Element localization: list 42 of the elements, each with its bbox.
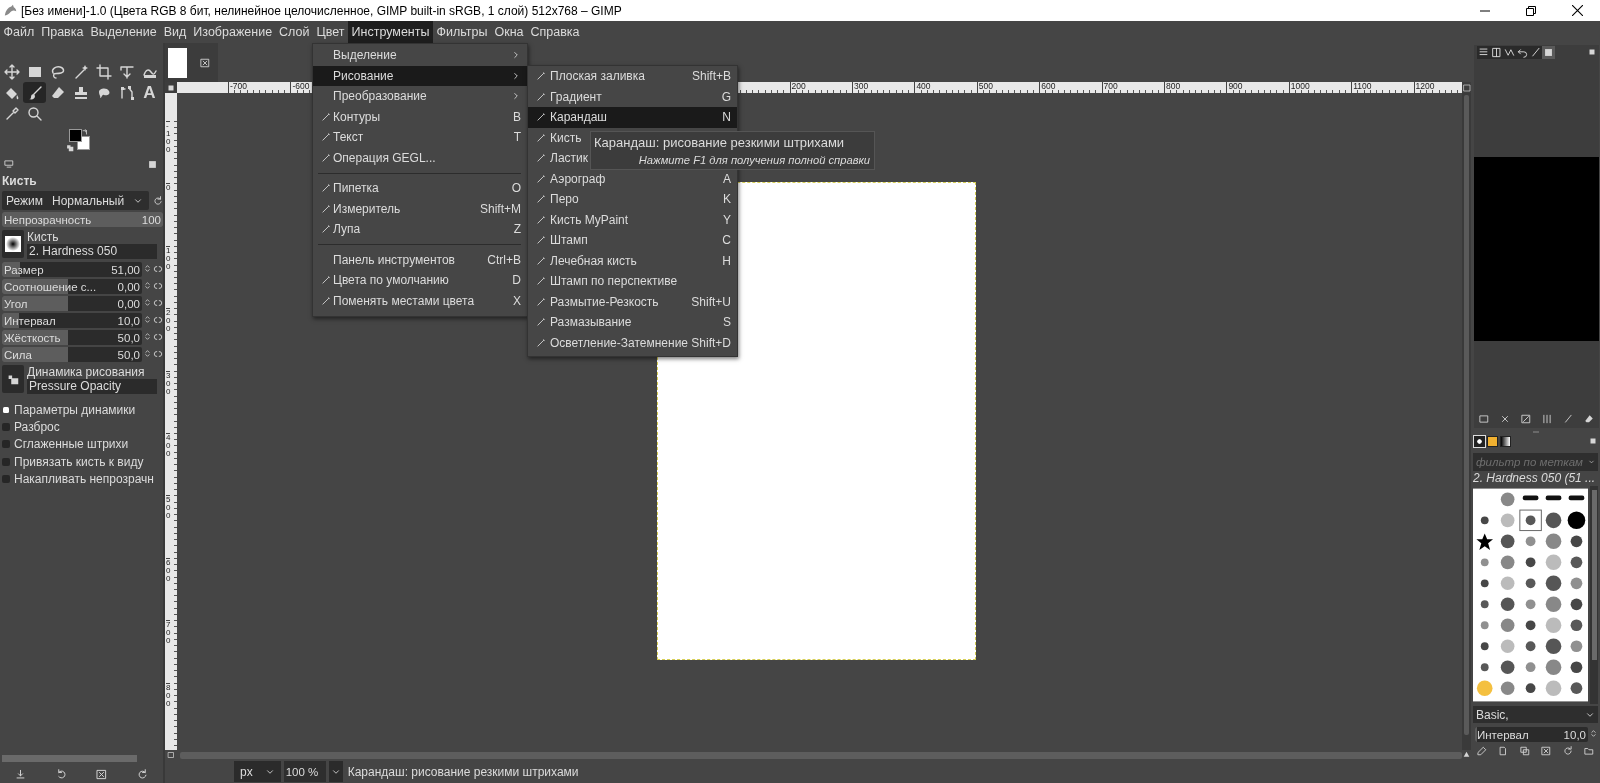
slider-label: Интервал: [4, 314, 56, 327]
ruler-label: 700: [166, 620, 171, 646]
slider-label: Соотношение с...: [4, 280, 97, 293]
ruler-label: 800: [166, 682, 171, 708]
option-label: Привязать кисть к виду: [14, 454, 144, 469]
slider-label: Сила: [4, 348, 32, 361]
brush-label: Кисть: [27, 230, 60, 244]
slider-label: Размер: [4, 263, 44, 276]
tooltip-title: Карандаш: рисование резкими штрихами: [594, 135, 846, 150]
slider-value: 10,0: [1563, 728, 1586, 741]
option-label: Разброс: [14, 420, 60, 435]
slider-label: Интервал: [1477, 728, 1529, 741]
slider-value: 0,00: [117, 280, 140, 293]
option-label: Сглаженные штрихи: [14, 437, 129, 452]
options-title: Кисть: [1, 173, 38, 189]
ruler-label: -100: [166, 121, 171, 154]
status-message: Карандаш: рисование резкими штрихами: [347, 764, 579, 779]
window-title: [Без имени]-1.0 (Цвета RGB 8 бит, нелинейное целочисленное, GIMP built-in sRGB, 1 слой) 512x768 – GIMP: [21, 3, 623, 18]
tag-value: Basic,: [1476, 707, 1509, 722]
slider-value: 51,00: [111, 263, 140, 276]
tooltip-hint: Нажмите F1 для получения полной справки: [638, 154, 870, 166]
ruler-label: 500: [166, 495, 171, 521]
slider-value: 10,0: [117, 314, 140, 327]
slider-label: Угол: [4, 297, 28, 310]
slider-label: Непрозрачность: [4, 213, 92, 226]
slider-label: Жёсткость: [4, 331, 61, 344]
mode-value: Нормальный: [52, 193, 125, 208]
ruler-label: 400: [166, 433, 171, 458]
slider-value: 0,00: [117, 297, 140, 310]
slider-value: 100: [141, 213, 161, 226]
option-label: Параметры динамики: [14, 402, 136, 417]
dynamics-label: Динамика рисования: [27, 365, 146, 379]
option-label: Накапливать непрозрачн: [14, 472, 154, 487]
ruler-label: 300: [166, 370, 171, 396]
slider-value: 50,0: [117, 348, 140, 361]
mode-label: Режим: [6, 193, 43, 208]
current-brush-name: 2. Hardness 050 (51 ...: [1472, 471, 1597, 486]
ruler-label: 0: [166, 183, 171, 193]
ruler-label: 200: [166, 308, 171, 334]
slider-value: 50,0: [117, 331, 140, 344]
ruler-label: 600: [166, 557, 171, 583]
ruler-label: 100: [166, 245, 171, 271]
